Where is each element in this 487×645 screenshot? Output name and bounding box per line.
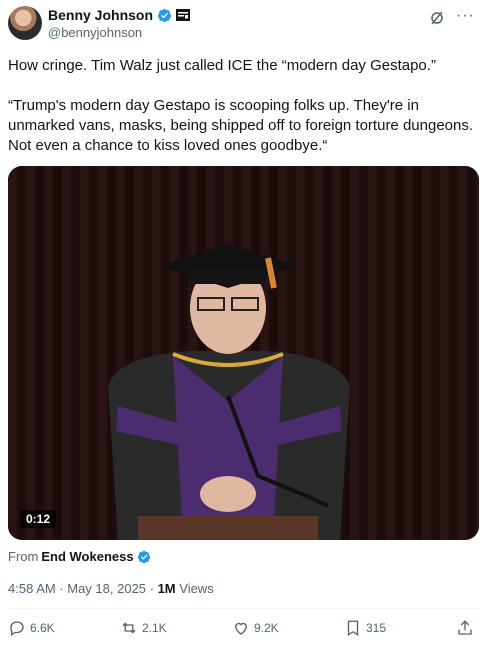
speaker-figure (108, 244, 350, 540)
reply-button[interactable]: 6.6K (8, 619, 55, 637)
verified-badge-icon (157, 8, 172, 22)
tweet-text-line1: How cringe. Tim Walz just called ICE the… (8, 57, 436, 74)
author-handle[interactable]: @bennyjohnson (48, 25, 142, 40)
share-icon (458, 620, 472, 635)
source-name[interactable]: End Wokeness (41, 549, 133, 564)
views-label: Views (175, 581, 214, 596)
grok-icon[interactable] (429, 10, 445, 26)
repost-count: 2.1K (142, 621, 167, 635)
repost-icon (122, 622, 136, 634)
author-name[interactable]: Benny Johnson (48, 7, 153, 23)
video-player[interactable]: 0:12 (8, 166, 479, 540)
reply-icon (10, 621, 24, 637)
repost-button[interactable]: 2.1K (120, 619, 167, 637)
tweet-meta: 4:58 AM · May 18, 2025 · 1M Views (8, 581, 214, 596)
reply-count: 6.6K (30, 621, 55, 635)
share-button[interactable] (456, 619, 474, 637)
bookmark-count: 315 (366, 621, 387, 635)
avatar[interactable] (8, 6, 42, 40)
views-count: 1M (157, 581, 176, 596)
video-timestamp: 0:12 (20, 510, 57, 528)
tweet-time[interactable]: 4:58 AM · May 18, 2025 · (8, 581, 158, 596)
like-button[interactable]: 9.2K (232, 619, 279, 637)
bookmark-button[interactable]: 315 (344, 619, 386, 637)
source-attribution: From End Wokeness (8, 549, 151, 564)
source-verified-icon (137, 550, 150, 563)
like-count: 9.2K (254, 621, 279, 635)
tweet-text-quote: “Trump's modern day Gestapo is scooping … (8, 97, 474, 154)
bookmark-icon (347, 620, 359, 637)
tweet-header: Benny Johnson @bennyjohnson ··· (8, 6, 479, 42)
source-prefix: From (8, 549, 39, 564)
action-bar: 6.6K 2.1K 9.2K 315 (8, 619, 479, 641)
divider (8, 608, 479, 609)
author-name-row: Benny Johnson (48, 6, 191, 24)
heart-icon (235, 622, 247, 635)
more-options-icon[interactable]: ··· (456, 7, 475, 25)
affiliate-badge-icon (176, 9, 191, 21)
